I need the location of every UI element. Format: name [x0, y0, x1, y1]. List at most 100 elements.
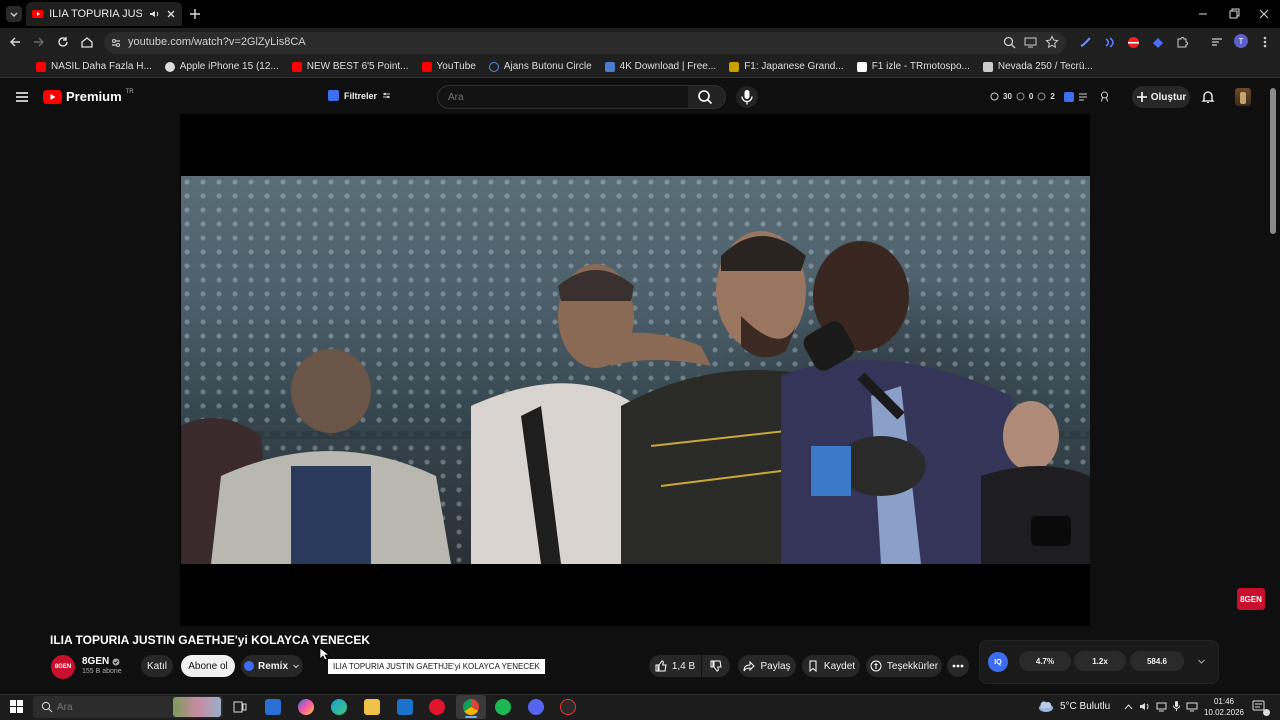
weather-widget[interactable]: 5°C Bulutlu	[1038, 700, 1110, 712]
outlook-icon[interactable]	[397, 699, 413, 715]
dislike-button[interactable]	[702, 655, 730, 677]
subscribe-button[interactable]: Abone ol	[181, 655, 235, 677]
filters-button[interactable]: Filtreler	[328, 90, 391, 101]
reload-icon[interactable]	[56, 35, 70, 49]
cloudy-weather-icon	[1039, 701, 1053, 712]
header-stats[interactable]: 30 0 2	[990, 92, 1055, 101]
page-scrollbar[interactable]	[1270, 88, 1276, 234]
show-hidden-icons-chevron[interactable]	[1124, 703, 1133, 710]
edge-icon[interactable]	[331, 699, 347, 715]
store-icon[interactable]	[265, 699, 281, 715]
forward-icon[interactable]	[32, 35, 46, 49]
bookmark-item[interactable]: Ajans Butonu Circle	[488, 61, 592, 72]
bookmark-favicon-icon	[488, 61, 499, 72]
bookmark-item[interactable]: NEW BEST 6'5 Point...	[291, 61, 409, 72]
taskbar-search[interactable]	[33, 696, 223, 718]
iq-header-icon[interactable]	[1064, 92, 1074, 102]
thanks-button[interactable]: Teşekkürler	[866, 655, 942, 677]
active-tab[interactable]: ILIA TOPURIA JUSTIN GAETH	[26, 2, 182, 26]
taskbar-search-input[interactable]	[57, 699, 177, 715]
clock[interactable]: 01:46 10.02.2026	[1202, 696, 1246, 718]
window-close-icon[interactable]	[1258, 8, 1270, 20]
extension-1-icon[interactable]	[1079, 36, 1092, 49]
network-icon[interactable]	[1156, 701, 1167, 712]
search-button[interactable]	[688, 85, 726, 109]
bookmark-label: NEW BEST 6'5 Point...	[306, 61, 409, 72]
back-icon[interactable]	[8, 35, 22, 49]
extension-3-icon[interactable]	[1127, 36, 1140, 49]
menu-kebab-icon[interactable]	[1259, 35, 1271, 49]
remix-button[interactable]: Remix	[241, 655, 303, 677]
minimize-icon[interactable]	[1197, 8, 1209, 20]
profile-avatar[interactable]: T	[1234, 34, 1248, 48]
thumbs-down-icon	[710, 660, 722, 672]
youtube-favicon-icon	[32, 10, 44, 18]
bookmark-item[interactable]: NASIL Daha Fazla H...	[36, 61, 152, 72]
logo-text: Premium	[66, 89, 122, 104]
channel-watermark[interactable]: 8GEN	[1237, 588, 1265, 610]
user-avatar[interactable]	[1235, 88, 1251, 106]
iq-stat-2: 1.2x	[1074, 651, 1126, 671]
extensions-puzzle-icon[interactable]	[1175, 35, 1189, 49]
speaker-icon[interactable]	[148, 8, 159, 20]
microphone-tray-icon[interactable]	[1172, 700, 1181, 712]
site-info-icon[interactable]	[110, 37, 122, 49]
bookmark-favicon-icon	[604, 61, 615, 72]
chrome-icon[interactable]	[463, 699, 479, 715]
spotify-icon[interactable]	[495, 699, 511, 715]
bookmark-star-icon[interactable]	[1045, 35, 1059, 49]
title-tooltip: ILIA TOPURIA JUSTIN GAETHJE'yi KOLAYCA Y…	[328, 659, 545, 674]
channel-name[interactable]: 8GEN	[82, 656, 120, 667]
bookmark-item[interactable]: YouTube	[421, 61, 476, 72]
chevron-down-icon	[293, 664, 299, 669]
copilot-icon[interactable]	[298, 699, 314, 715]
create-button[interactable]: Oluştur	[1132, 86, 1190, 108]
share-icon	[743, 660, 756, 672]
voice-search-button[interactable]	[736, 86, 758, 108]
list-icon[interactable]	[1078, 92, 1088, 102]
extension-4-icon[interactable]	[1151, 36, 1164, 49]
opera-icon[interactable]	[429, 699, 445, 715]
notifications-bell-icon[interactable]	[1201, 90, 1215, 104]
app-icon[interactable]	[560, 699, 576, 715]
close-tab-icon[interactable]	[165, 8, 176, 20]
bookmark-item[interactable]: F1: Japanese Grand...	[729, 61, 844, 72]
volume-icon[interactable]	[1139, 701, 1150, 712]
home-icon[interactable]	[80, 35, 94, 49]
new-tab-icon[interactable]	[188, 7, 202, 21]
iq-badge[interactable]: IQ	[988, 652, 1008, 672]
discord-icon[interactable]	[528, 699, 544, 715]
video-frame[interactable]	[181, 176, 1090, 564]
bookmark-favicon-icon	[856, 61, 867, 72]
bookmark-item[interactable]: Nevada 250 / Tecrü...	[982, 61, 1093, 72]
channel-avatar[interactable]: 8GEN	[51, 655, 75, 679]
tab-search-button[interactable]	[6, 6, 22, 22]
file-explorer-icon[interactable]	[364, 699, 380, 715]
more-actions-button[interactable]	[947, 655, 969, 677]
like-button[interactable]: 1,4 B	[649, 655, 701, 677]
task-view-icon[interactable]	[233, 700, 247, 714]
weather-text: 5°C Bulutlu	[1060, 700, 1111, 712]
more-horizontal-icon	[952, 664, 964, 668]
hamburger-menu-icon[interactable]	[15, 90, 29, 104]
award-icon[interactable]	[1099, 91, 1110, 102]
youtube-logo[interactable]: Premium TR	[43, 89, 134, 104]
save-button[interactable]: Kaydet	[802, 655, 860, 677]
windows-start-icon[interactable]	[10, 700, 23, 713]
thumbs-up-icon	[655, 660, 667, 672]
share-button[interactable]: Paylaş	[738, 655, 796, 677]
bookmark-item[interactable]: 4K Download | Free...	[604, 61, 716, 72]
bookmark-item[interactable]: F1 izle - TRmotospo...	[856, 61, 970, 72]
extension-2-icon[interactable]	[1103, 36, 1116, 49]
bookmark-label: F1: Japanese Grand...	[744, 61, 844, 72]
search-input[interactable]	[437, 85, 689, 109]
join-button[interactable]: Katıl	[141, 655, 173, 677]
install-app-icon[interactable]	[1024, 36, 1037, 49]
display-icon[interactable]	[1186, 701, 1198, 712]
media-controls-icon[interactable]	[1210, 35, 1224, 49]
iq-expand-chevron-icon[interactable]	[1197, 657, 1206, 666]
restore-icon[interactable]	[1228, 8, 1240, 20]
bookmark-icon	[809, 660, 817, 672]
zoom-icon[interactable]	[1003, 36, 1016, 49]
bookmark-item[interactable]: Apple iPhone 15 (12...	[164, 61, 279, 72]
